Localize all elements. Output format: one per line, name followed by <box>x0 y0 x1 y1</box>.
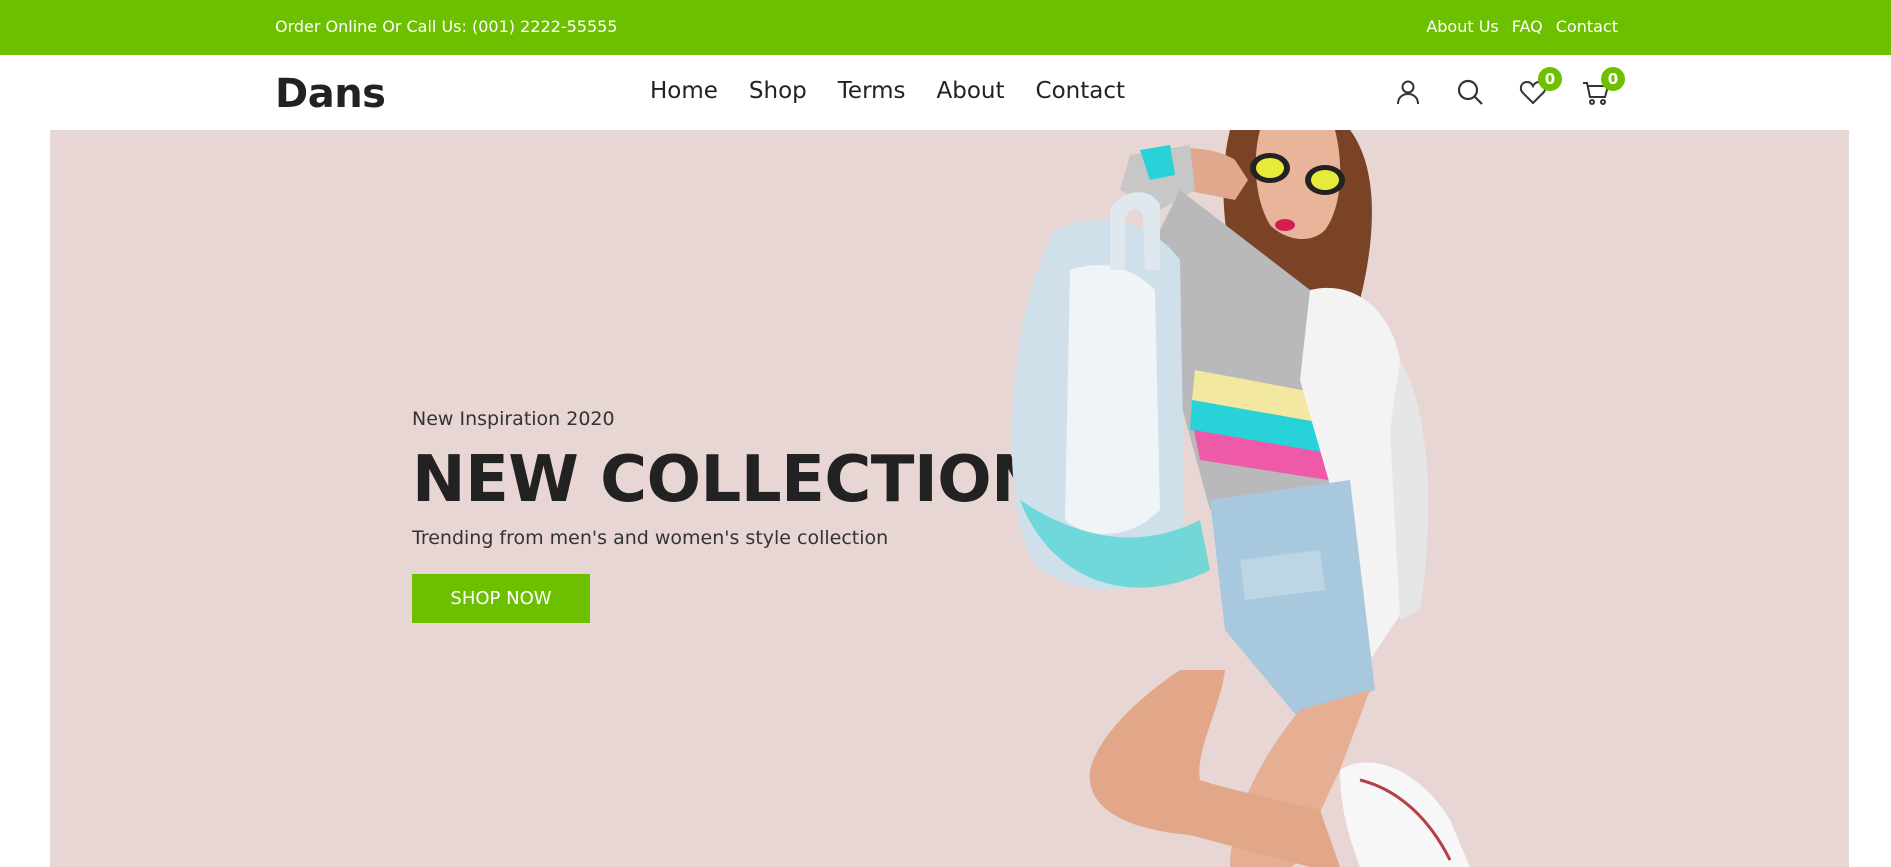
top-link-about-us[interactable]: About Us <box>1426 17 1498 36</box>
site-logo[interactable]: Dans <box>275 71 386 117</box>
heart-icon[interactable]: 0 <box>1518 67 1562 107</box>
search-icon[interactable] <box>1455 77 1485 107</box>
top-link-contact[interactable]: Contact <box>1556 17 1618 36</box>
hero-model-image <box>1011 130 1470 867</box>
hero-subtitle: New Inspiration 2020 <box>412 408 615 430</box>
user-icon[interactable] <box>1393 77 1423 107</box>
hero-headline: NEW COLLECTION! <box>412 443 1073 517</box>
nav-home[interactable]: Home <box>650 78 718 104</box>
nav-shop[interactable]: Shop <box>749 78 807 104</box>
cart-icon[interactable]: 0 <box>1581 67 1625 107</box>
hero-banner: New Inspiration 2020 NEW COLLECTION! Tre… <box>50 130 1849 867</box>
nav-contact[interactable]: Contact <box>1036 78 1125 104</box>
shop-now-button[interactable]: SHOP NOW <box>412 574 590 623</box>
top-links: About Us FAQ Contact <box>1426 17 1618 36</box>
hero-text-block: New Inspiration 2020 NEW COLLECTION! Tre… <box>412 408 1073 623</box>
nav-about[interactable]: About <box>937 78 1005 104</box>
top-link-faq[interactable]: FAQ <box>1512 17 1543 36</box>
hero-tagline: Trending from men's and women's style co… <box>412 527 889 549</box>
main-nav: Home Shop Terms About Contact <box>650 78 1125 104</box>
order-phone-text: Order Online Or Call Us: (001) 2222-5555… <box>275 17 618 36</box>
nav-terms[interactable]: Terms <box>838 78 906 104</box>
top-bar: Order Online Or Call Us: (001) 2222-5555… <box>0 0 1891 55</box>
wishlist-count-badge: 0 <box>1538 67 1562 91</box>
header-icons: 0 0 <box>1393 67 1625 113</box>
main-header: Dans Home Shop Terms About Contact 0 0 <box>0 55 1891 130</box>
cart-count-badge: 0 <box>1601 67 1625 91</box>
